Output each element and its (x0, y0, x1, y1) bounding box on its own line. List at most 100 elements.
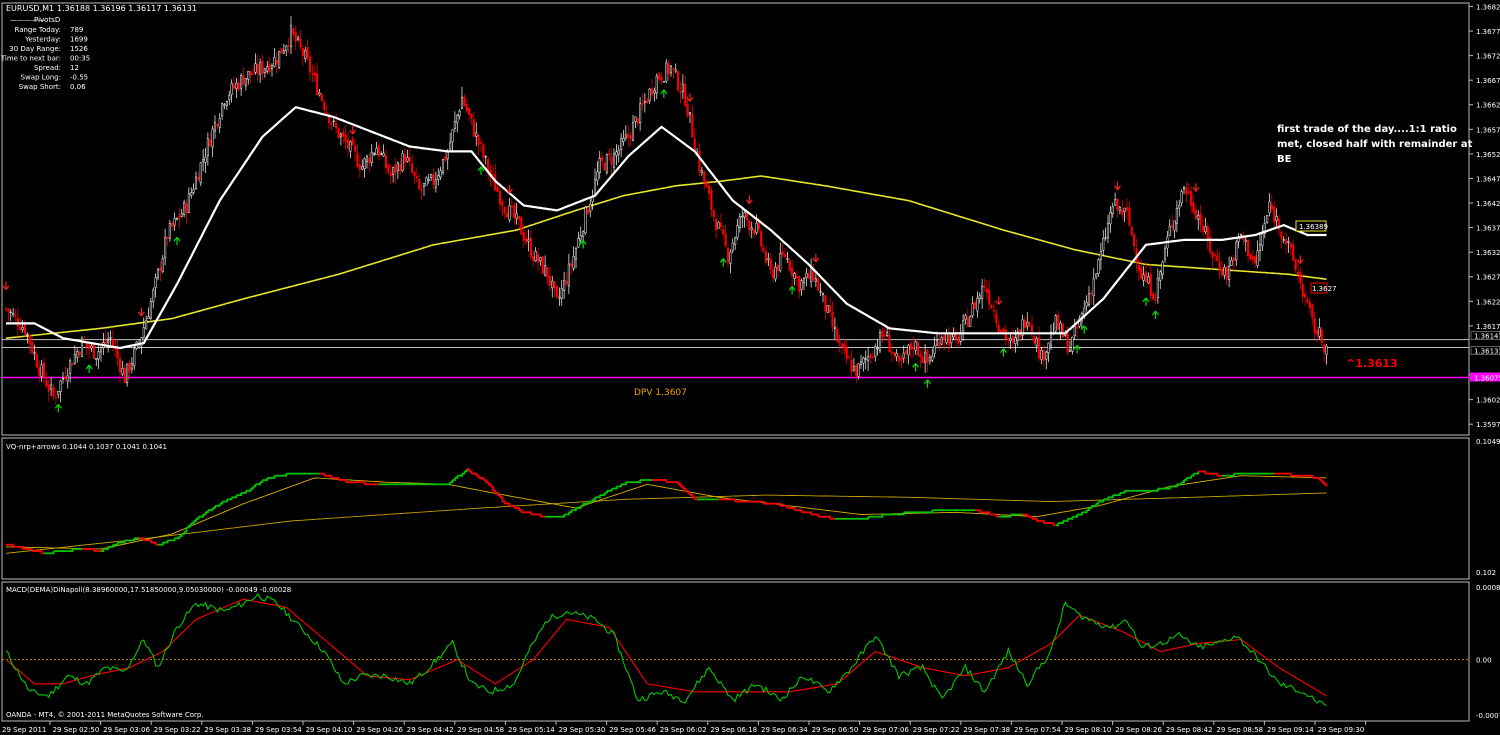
candle-bull (1244, 239, 1247, 242)
candle-bear (677, 71, 680, 91)
candle-bear (522, 232, 525, 241)
candle-bear (798, 276, 801, 292)
vq-segment (1195, 471, 1200, 475)
time-tick-label: 29 Sep 03:54 (255, 726, 302, 734)
candle-bull (1173, 220, 1176, 231)
time-tick-label: 29 Sep 09:30 (1318, 726, 1365, 734)
candle-bull (1092, 278, 1095, 297)
time-tick-label: 29 Sep 04:10 (306, 726, 353, 734)
candle-bull (285, 45, 288, 51)
candle-bull (254, 63, 257, 73)
candle-bull (126, 363, 129, 383)
candle-bull (1009, 338, 1012, 342)
candle-bear (209, 139, 212, 147)
candle-bull (61, 377, 65, 380)
candle-bull (876, 347, 879, 350)
vq-segment (692, 496, 696, 500)
candle-bear (1218, 261, 1221, 271)
vq-segment (1093, 503, 1097, 507)
candle-bull (199, 162, 202, 183)
vq-segment (473, 472, 478, 476)
candle-bear (990, 305, 993, 309)
candle-bull (736, 225, 739, 239)
candle-bull (1182, 187, 1186, 190)
candle-bear (888, 334, 891, 353)
candle-bull (194, 176, 198, 189)
candle-bear (1121, 209, 1124, 215)
candle-bull (1114, 199, 1117, 206)
candle-bull (596, 171, 599, 181)
price-tick-label: 1.36825 (1476, 3, 1500, 11)
candle-bear (335, 122, 338, 129)
vq-segment (1060, 521, 1064, 524)
candle-bear (807, 273, 810, 280)
price-tick-label: 1.36325 (1476, 249, 1500, 257)
candle-bull (598, 158, 601, 174)
price-tick-label: 1.36475 (1476, 175, 1500, 183)
candle-bear (415, 176, 418, 178)
candle-bear (128, 362, 131, 372)
candle-bear (1211, 251, 1214, 258)
candle-bear (893, 352, 896, 356)
candle-bull (1147, 276, 1150, 284)
candle-bull (164, 237, 167, 259)
vq-segment (792, 507, 796, 511)
candle-bear (19, 326, 22, 331)
candle-bear (532, 256, 535, 261)
price-tick-label: 1.36625 (1476, 102, 1500, 110)
vq-segment (519, 509, 523, 513)
vq-segment (1070, 516, 1074, 520)
candle-bear (320, 94, 323, 101)
candle-bear (275, 60, 278, 65)
candle-bull (981, 285, 984, 299)
vq-segment (1105, 497, 1109, 501)
vq-segment (1231, 473, 1235, 477)
candle-bull (681, 83, 684, 92)
vq-segment (1324, 483, 1328, 487)
candle-bull (370, 151, 373, 164)
vq-segment (160, 542, 164, 546)
vq-segment (238, 492, 242, 496)
candle-bear (1154, 298, 1157, 301)
candle-bear (1116, 198, 1119, 211)
candle-bull (211, 128, 214, 148)
candle-bear (871, 357, 874, 359)
candle-bear (1057, 314, 1060, 330)
candle-bear (1251, 256, 1254, 260)
vq-segment (172, 538, 176, 542)
candle-bull (589, 204, 592, 212)
candle-bear (1192, 202, 1195, 213)
ma-slow-line (5, 175, 1327, 339)
candle-bear (1130, 226, 1133, 236)
candle-bear (118, 358, 122, 373)
candle-bear (510, 205, 513, 208)
candle-bear (1273, 206, 1276, 223)
candle-bear (394, 164, 397, 174)
vq-segment (637, 480, 641, 484)
candle-bull (653, 90, 656, 94)
candle-bear (660, 76, 663, 81)
price-tick-label: 1.36375 (1476, 225, 1500, 233)
candle-bull (173, 218, 176, 226)
vq-segment (528, 511, 532, 515)
candle-bull (97, 351, 100, 360)
candle-bull (639, 103, 642, 124)
candle-bull (1161, 261, 1164, 275)
candle-bear (249, 70, 252, 76)
candle-bear (831, 311, 834, 328)
candle-bear (769, 259, 772, 270)
vq-segment (459, 473, 463, 477)
candle-bear (325, 112, 328, 114)
candle-bull (786, 258, 789, 260)
ma-fast-line (6, 105, 1327, 350)
candle-bear (943, 335, 946, 341)
vq-segment (1203, 470, 1207, 474)
candle-bear (684, 83, 687, 106)
candle-bull (278, 51, 281, 68)
candle-bull (907, 344, 910, 356)
candle-bear (1308, 301, 1311, 308)
candle-bear (45, 379, 48, 387)
candle-bull (584, 206, 587, 234)
dpv-price-tag: 1.36075 (1474, 374, 1500, 382)
candle-bear (525, 238, 528, 243)
